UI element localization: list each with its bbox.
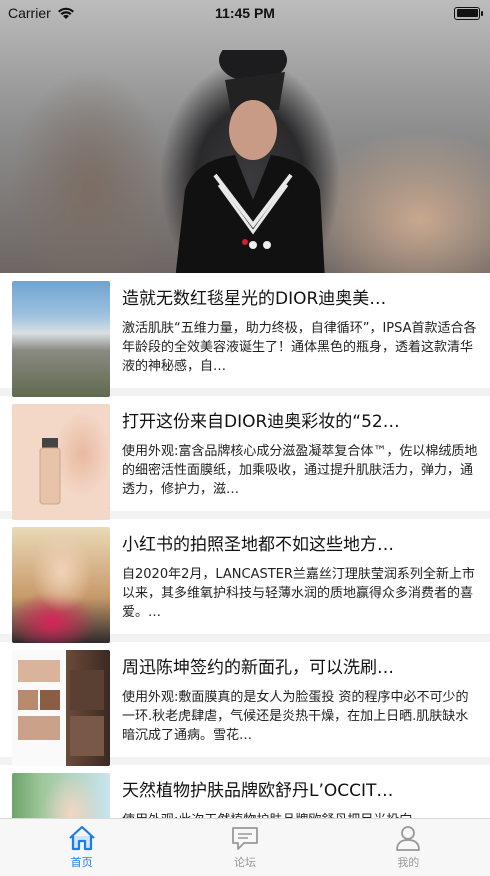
article-excerpt: 使用外观:敷面膜真的是女人为脸蛋投 资的程序中必不可少的一环.秋老虎肆虐，气候还… xyxy=(122,690,469,743)
runway-photo xyxy=(175,50,325,273)
article-excerpt: 使用外观:富含品牌核心成分滋盈凝萃复合体™，佐以棉绒质地的细密活性面膜纸，加乘吸… xyxy=(122,444,478,497)
article-excerpt: 激活肌肤“五维力量，助力终极，自律循环”，IPSA首款适合各年龄段的全效美容液诞… xyxy=(122,321,477,374)
harbor-photo xyxy=(12,281,110,397)
home-icon xyxy=(68,825,95,851)
chat-bubble-icon xyxy=(232,827,258,850)
battery-icon xyxy=(454,6,483,20)
article-card[interactable]: 小红书的拍照圣地都不如这些地方… 自2020年2月，LANCASTER兰嘉丝汀理… xyxy=(0,519,490,643)
hero-banner[interactable] xyxy=(0,0,490,273)
article-title: 造就无数红毯星光的DIOR迪奥美… xyxy=(122,289,387,309)
collage-photo xyxy=(12,650,110,766)
tab-bar: 首页 论坛 我的 xyxy=(0,818,490,876)
article-card[interactable]: 周迅陈坤签约的新面孔，可以洗刷… 使用外观:敷面膜真的是女人为脸蛋投 资的程序中… xyxy=(0,642,490,766)
article-title: 打开这份来自DIOR迪奥彩妆的“52… xyxy=(122,412,400,432)
tab-home-label: 首页 xyxy=(70,856,93,869)
article-excerpt: 自2020年2月，LANCASTER兰嘉丝汀理肤莹润系列全新上市以来，其多维氧护… xyxy=(122,567,475,620)
clock: 11:45 PM xyxy=(215,5,275,21)
article-feed[interactable]: 造就无数红毯星光的DIOR迪奥美… 激活肌肤“五维力量，助力终极，自律循环”，I… xyxy=(0,273,490,819)
tab-forum-label: 论坛 xyxy=(233,856,256,869)
foundation-bottle-photo xyxy=(12,404,110,520)
person-icon xyxy=(396,826,421,851)
article-card[interactable]: 造就无数红毯星光的DIOR迪奥美… 激活肌肤“五维力量，助力终极，自律循环”，I… xyxy=(0,273,490,397)
article-title: 天然植物护肤品牌欧舒丹L’OCCIT… xyxy=(122,781,394,801)
article-title: 小红书的拍照圣地都不如这些地方… xyxy=(122,535,394,555)
tab-forum[interactable]: 论坛 xyxy=(163,819,326,876)
model-photo xyxy=(12,527,110,643)
tab-home[interactable]: 首页 xyxy=(0,819,163,876)
tab-profile[interactable]: 我的 xyxy=(327,819,490,876)
article-card[interactable]: 打开这份来自DIOR迪奥彩妆的“52… 使用外观:富含品牌核心成分滋盈凝萃复合体… xyxy=(0,396,490,520)
article-title: 周迅陈坤签约的新面孔，可以洗刷… xyxy=(122,658,394,678)
portrait-photo xyxy=(12,773,110,819)
status-bar: Carrier 11:45 PM xyxy=(0,0,490,26)
tab-profile-label: 我的 xyxy=(397,856,420,869)
article-card[interactable]: 天然植物护肤品牌欧舒丹L’OCCIT… 使用外观:此次天然植物护肤品牌欧舒丹把目… xyxy=(0,765,490,819)
